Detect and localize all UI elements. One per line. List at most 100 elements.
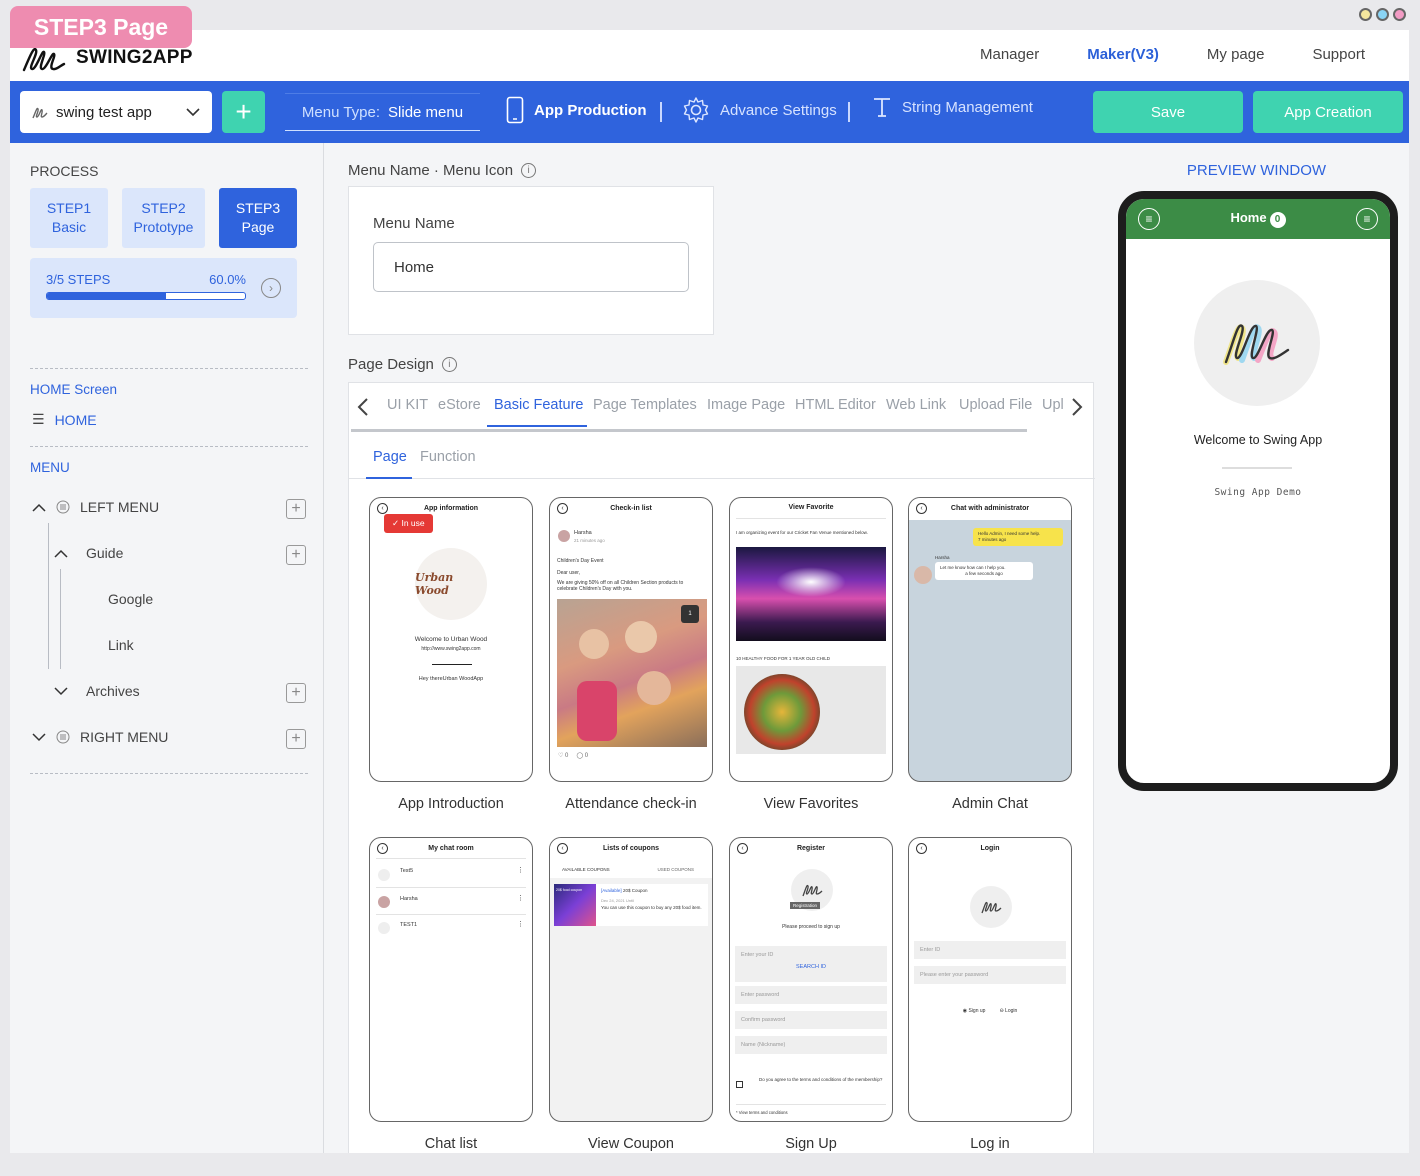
- template-card[interactable]: ‹ Chat with administrator Hello Admin, I…: [908, 497, 1072, 812]
- template-preview: ‹ Login Enter ID Please enter your passw…: [908, 837, 1072, 1122]
- post-actions: ♡ 0 ◯ 0: [558, 752, 588, 759]
- template-card[interactable]: View Favorite I am organizing event for …: [729, 497, 893, 812]
- coupon-tab-used: USED COUPONS: [657, 867, 694, 872]
- more-vert-icon: ⋮: [517, 895, 524, 902]
- guide-item[interactable]: Guide: [54, 545, 123, 561]
- tab-html-editor[interactable]: HTML Editor: [795, 397, 876, 413]
- register-id-field: Enter your ID SEARCH ID: [735, 946, 887, 982]
- template-screen-title: Check-in list: [610, 505, 652, 512]
- right-menu-item[interactable]: RIGHT MENU: [32, 729, 168, 745]
- step-badge: STEP3 Page: [10, 6, 192, 48]
- link-label: Link: [108, 637, 134, 653]
- app-creation-button[interactable]: App Creation: [1253, 91, 1403, 133]
- template-card[interactable]: ‹ Lists of coupons AVAILABLE COUPONS USE…: [549, 837, 713, 1152]
- add-app-button[interactable]: +: [222, 91, 265, 133]
- tab-estore[interactable]: eStore: [438, 397, 481, 413]
- tabs-scrollbar[interactable]: [351, 429, 1027, 432]
- template-screen-title: Chat with administrator: [950, 505, 1030, 512]
- subtab-page[interactable]: Page: [373, 449, 407, 465]
- left-menu-item[interactable]: LEFT MENU: [32, 499, 159, 515]
- subtab-function[interactable]: Function: [420, 449, 476, 465]
- chevron-right-circle-icon[interactable]: ›: [261, 278, 281, 298]
- home-screen-title: HOME Screen: [30, 382, 118, 397]
- window-dot-yellow-icon[interactable]: [1359, 8, 1372, 21]
- page-design-title: Page Design i: [348, 356, 457, 373]
- menu-section-label: Menu Name · Menu Icon: [348, 162, 514, 179]
- coupon-title: [Available] 20$ Coupon: [601, 888, 648, 893]
- window-controls: [1359, 8, 1406, 21]
- tab-upload-file[interactable]: Upload File: [959, 397, 1032, 413]
- step3-button[interactable]: STEP3 Page: [219, 188, 297, 248]
- tab-basic-feature[interactable]: Basic Feature: [494, 397, 583, 413]
- id-placeholder: Enter your ID: [741, 952, 774, 958]
- advance-settings-button[interactable]: Advance Settings: [682, 96, 837, 124]
- template-preview: ‹ Lists of coupons AVAILABLE COUPONS USE…: [549, 837, 713, 1122]
- chat-room-name: Test5: [400, 868, 414, 874]
- tab-image-page[interactable]: Image Page: [707, 397, 785, 413]
- admin-name: Harsha: [935, 555, 950, 560]
- search-id-link: SEARCH ID: [796, 964, 826, 970]
- progress-label: 3/5 STEPS: [46, 272, 111, 287]
- template-card[interactable]: ‹ My chat room Test5 ⋮ Harsha ⋮ TEST1 ⋮ …: [369, 837, 533, 1152]
- info-icon[interactable]: i: [521, 163, 537, 178]
- template-preview: ‹ Check-in list Harsha 21 minutes ago Ch…: [549, 497, 713, 782]
- favorite-caption: 10 HEALTHY FOOD FOR 1 YEAR OLD CHILD: [736, 656, 831, 661]
- add-left-menu-button[interactable]: +: [286, 499, 306, 519]
- link-item[interactable]: Link: [108, 637, 134, 653]
- menu-type-value: Slide menu: [388, 103, 464, 121]
- add-right-menu-button[interactable]: +: [286, 729, 306, 749]
- divider: [376, 887, 526, 888]
- brand-name: SWING2APP: [76, 47, 193, 68]
- nav-manager[interactable]: Manager: [980, 46, 1039, 63]
- app-selector[interactable]: swing test app: [20, 91, 212, 133]
- post-body: We are giving 50% off on all Children Se…: [557, 580, 684, 592]
- add-archives-button[interactable]: +: [286, 683, 306, 703]
- step2-button[interactable]: STEP2 Prototype: [122, 188, 205, 248]
- tab-upload-more[interactable]: Upl: [1042, 397, 1064, 413]
- progress-fill: [47, 293, 166, 299]
- tab-web-link[interactable]: Web Link: [886, 397, 946, 413]
- add-guide-button[interactable]: +: [286, 545, 306, 565]
- template-name: App Introduction: [398, 796, 504, 812]
- greeting: Dear user,: [557, 570, 581, 576]
- template-card[interactable]: ‹ Login Enter ID Please enter your passw…: [908, 837, 1072, 1152]
- template-card[interactable]: ‹ App information ✓ In use Urban Wood We…: [369, 497, 533, 812]
- chevron-left-icon[interactable]: [357, 397, 369, 417]
- info-icon[interactable]: i: [441, 357, 457, 372]
- tab-ui-kit[interactable]: UI KIT: [387, 397, 428, 413]
- home-menu-item[interactable]: ☰ HOME: [32, 411, 97, 428]
- template-name: Log in: [970, 1136, 1010, 1152]
- nav-my-page[interactable]: My page: [1207, 46, 1265, 63]
- menu-type-label: Menu Type:: [301, 103, 381, 121]
- food-photo: [736, 666, 886, 754]
- menu-name-input[interactable]: [373, 242, 689, 292]
- menu-type-selector[interactable]: Menu Type: Slide menu: [285, 93, 480, 131]
- admin-message: Let me know how can I help you. a few se…: [935, 562, 1033, 580]
- window-dot-pink-icon[interactable]: [1393, 8, 1406, 21]
- tab-page-templates[interactable]: Page Templates: [593, 397, 697, 413]
- save-button[interactable]: Save: [1093, 91, 1243, 133]
- in-use-label: In use: [401, 518, 425, 528]
- app-window: SWING2APP Manager Maker(V3) My page Supp…: [10, 30, 1409, 1153]
- right-menu-label: RIGHT MENU: [80, 729, 169, 745]
- template-name: View Coupon: [588, 1136, 674, 1152]
- nav-support[interactable]: Support: [1312, 46, 1365, 63]
- nav-maker[interactable]: Maker(V3): [1087, 46, 1159, 63]
- app-production-button[interactable]: App Production: [506, 96, 647, 124]
- archives-item[interactable]: Archives: [54, 683, 140, 699]
- google-item[interactable]: Google: [108, 591, 153, 607]
- registration-chip: Registration: [790, 902, 821, 909]
- preview-title: PREVIEW WINDOW: [1186, 162, 1327, 179]
- window-dot-blue-icon[interactable]: [1376, 8, 1389, 21]
- step1-button[interactable]: STEP1 Basic: [30, 188, 108, 248]
- string-management-button[interactable]: String Management: [872, 96, 1033, 118]
- template-card[interactable]: ‹ Register Registration Please proceed t…: [729, 837, 893, 1152]
- register-prompt: Please proceed to sign up: [782, 924, 840, 930]
- template-card[interactable]: ‹ Check-in list Harsha 21 minutes ago Ch…: [549, 497, 713, 812]
- avatar: [378, 922, 390, 934]
- step1-line1: STEP1: [46, 200, 92, 216]
- right-menu-icon[interactable]: ≡: [1356, 208, 1378, 230]
- event-title: Children's Day Event: [557, 558, 604, 564]
- chevron-right-icon[interactable]: [1071, 397, 1083, 417]
- login-actions: ◉ Sign up ⊖ Login: [909, 1008, 1071, 1014]
